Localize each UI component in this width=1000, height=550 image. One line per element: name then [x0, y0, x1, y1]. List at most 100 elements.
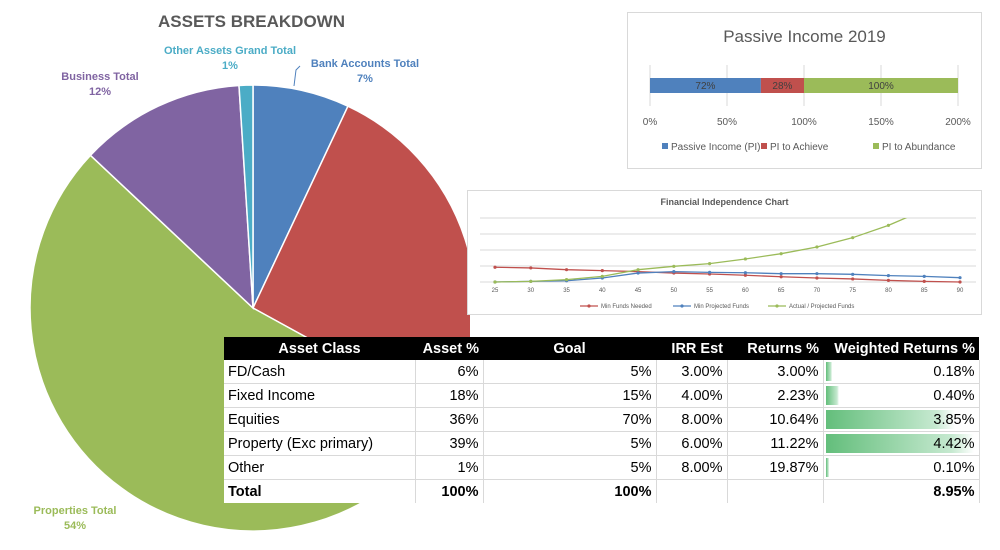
table-cell: 8.00% [656, 455, 728, 480]
data-point [815, 245, 819, 249]
cell-text: 5% [630, 363, 652, 380]
data-point [493, 265, 497, 269]
pie-label-bank: Bank Accounts Total 7% [300, 57, 430, 87]
label-value: 12% [88, 86, 112, 98]
data-point [743, 271, 747, 275]
table-cell [727, 479, 824, 503]
data-point [636, 268, 640, 272]
table-cell: 19.87% [727, 455, 824, 480]
table-cell: Property (Exc primary) [224, 431, 416, 456]
label-name: Other Assets Grand Total [163, 45, 297, 57]
table-cell: 0.18% [823, 360, 980, 384]
legend-label: PI to Achieve [770, 142, 829, 153]
x-tick-label: 50 [671, 288, 678, 294]
label-value: 54% [63, 520, 87, 532]
cell-text: Other [228, 459, 265, 476]
column-header: Asset Class [224, 337, 415, 360]
cell-text: 0.18% [933, 363, 975, 380]
column-header: IRR Est [656, 337, 727, 360]
data-point [600, 269, 604, 273]
table-cell: 39% [415, 431, 484, 456]
data-point [886, 274, 891, 278]
cell-text: 18% [449, 387, 479, 404]
data-point [886, 278, 891, 282]
pie-label-business: Business Total 12% [50, 70, 150, 100]
legend-marker [775, 304, 779, 308]
x-tick-label: 60 [742, 288, 749, 294]
table-cell: 15% [483, 383, 657, 408]
financial-independence-chart: Financial Independence Chart 25 30 35 40 45 5… [467, 190, 982, 315]
cell-text: 36% [449, 411, 479, 428]
cell-text: 8.00% [681, 411, 723, 428]
cell-text: 0.40% [933, 387, 975, 404]
x-tick-label: 55 [706, 288, 713, 294]
cell-text: 2.23% [777, 387, 819, 404]
passive-income-chart: Passive Income 2019 0% 50% 100% 150% 200% 72%… [627, 12, 982, 169]
table-cell [656, 479, 728, 503]
table-cell: 5% [483, 455, 657, 480]
label-value: 1% [222, 60, 238, 72]
table-cell: 3.00% [727, 360, 824, 384]
table-cell: 1% [415, 455, 484, 480]
table-cell: 6.00% [656, 431, 728, 456]
data-point [672, 264, 676, 268]
series-line [494, 218, 908, 283]
table-cell: 36% [415, 407, 484, 432]
table-cell: 100% [415, 479, 484, 503]
data-point [564, 268, 569, 272]
cell-text: 70% [622, 411, 652, 428]
x-tick-label: 100% [791, 117, 817, 128]
table-cell: Fixed Income [224, 383, 416, 408]
table-cell: 4.00% [656, 383, 728, 408]
table-cell: 0.10% [823, 455, 980, 480]
cell-text: 5% [630, 435, 652, 452]
legend-label: Min Funds Needed [601, 304, 652, 310]
cell-text: 19.87% [769, 459, 819, 476]
table-row: Fixed Income 18% 15% 4.00% 2.23% 0.40% [224, 383, 980, 408]
cell-text: Equities [228, 411, 280, 428]
total-row: Total 100% 100% 8.95% [224, 479, 980, 503]
data-label: 72% [695, 81, 715, 92]
table-cell: Equities [224, 407, 416, 432]
cell-text: 8.00% [681, 459, 723, 476]
cell-text: 39% [449, 435, 479, 452]
cell-text: 1% [457, 459, 479, 476]
x-tick-label: 85 [921, 288, 928, 294]
legend-marker [587, 304, 591, 308]
table-cell: 5% [483, 360, 657, 384]
data-point [564, 278, 569, 282]
table-cell: 8.95% [823, 479, 980, 503]
table-cell: Total [224, 479, 416, 503]
asset-table: Asset Class Asset % Goal IRR Est Returns % We… [224, 337, 980, 503]
pie-label-other: Other Assets Grand Total 1% [150, 44, 310, 74]
data-label: 100% [868, 81, 894, 92]
x-tick-label: 75 [849, 288, 856, 294]
legend-swatch [761, 143, 767, 149]
data-label: 28% [772, 81, 792, 92]
pie-label-properties: Properties Total 54% [20, 504, 130, 534]
table-row: Property (Exc primary) 39% 5% 6.00% 11.22% 4.… [224, 431, 980, 456]
table-cell: 100% [483, 479, 657, 503]
x-tick-label: 80 [885, 288, 892, 294]
table-cell: 2.23% [727, 383, 824, 408]
table-cell: Other [224, 455, 416, 480]
column-header: Returns % [727, 337, 823, 360]
data-point [529, 266, 533, 270]
data-point [851, 272, 855, 276]
legend-label: Actual / Projected Funds [789, 304, 854, 310]
data-point [815, 272, 819, 276]
cell-text: 3.85% [933, 411, 975, 428]
data-bar [825, 386, 839, 405]
data-point [851, 236, 855, 240]
x-tick-label: 30 [527, 288, 534, 294]
cell-text: 6% [457, 363, 479, 380]
data-point [743, 257, 747, 261]
table-cell: 10.64% [727, 407, 824, 432]
table-cell: 6% [415, 360, 484, 384]
cell-text: 6.00% [681, 435, 723, 452]
data-point [815, 276, 819, 280]
legend-swatch [873, 143, 879, 149]
data-point [636, 271, 640, 275]
table-cell: 8.00% [656, 407, 728, 432]
table-cell: 70% [483, 407, 657, 432]
